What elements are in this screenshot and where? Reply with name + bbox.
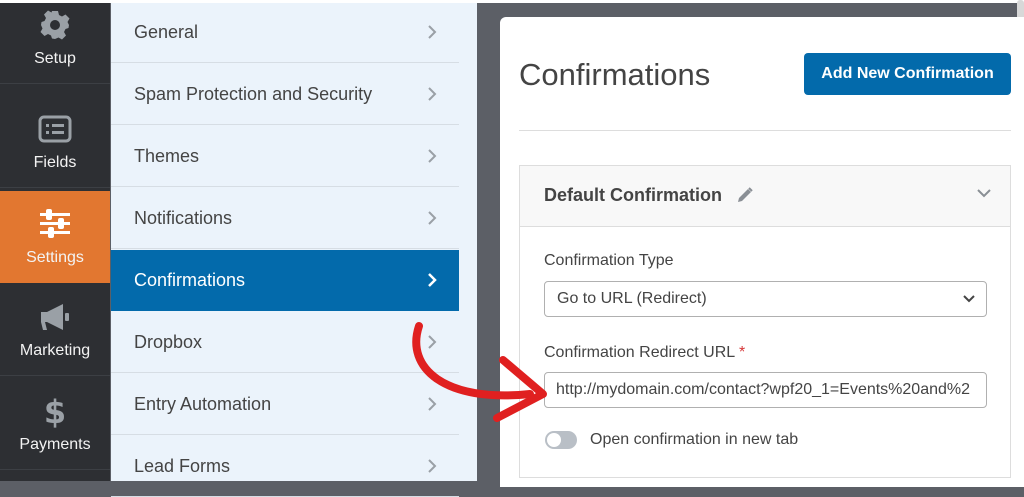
sidebar-item-setup[interactable]: Setup (0, 0, 110, 84)
sidebar-item-label: Fields (33, 153, 77, 171)
dollar-icon: $ (38, 393, 72, 429)
chevron-down-icon (963, 295, 975, 303)
sliders-icon (38, 207, 72, 241)
card-title: Default Confirmation (544, 185, 722, 205)
chevron-right-icon (428, 87, 437, 101)
subnav-item-themes[interactable]: Themes (111, 126, 459, 187)
chevron-right-icon (428, 25, 437, 39)
url-input-value: http://mydomain.com/contact?wpf20_1=Even… (556, 381, 971, 398)
pencil-icon[interactable] (736, 186, 754, 204)
chevron-right-icon (428, 149, 437, 163)
megaphone-icon (38, 300, 72, 334)
subnav-item-label: Entry Automation (134, 393, 272, 414)
top-border (0, 0, 1024, 3)
divider (519, 130, 1011, 131)
subnav-item-label: Dropbox (134, 331, 203, 352)
redirect-url-label-text: Confirmation Redirect URL (544, 344, 735, 361)
subnav-item-label: Spam Protection and Security (134, 83, 373, 104)
chevron-down-icon[interactable] (976, 188, 992, 198)
svg-text:$: $ (44, 393, 66, 429)
sidebar-item-label: Marketing (19, 341, 91, 359)
subnav-item-confirmations[interactable]: Confirmations (111, 250, 459, 311)
toggle-knob (547, 433, 561, 447)
select-value: Go to URL (Redirect) (557, 290, 707, 307)
subnav-item-label: General (134, 21, 199, 42)
builder-sidebar: Setup Fields Settings Marketing $ Paymen… (0, 0, 110, 481)
confirmation-type-select[interactable]: Go to URL (Redirect) (544, 281, 987, 317)
subnav-item-label: Themes (134, 145, 200, 166)
chevron-right-icon (428, 211, 437, 225)
confirmation-type-label: Confirmation Type (544, 252, 674, 269)
sidebar-item-fields[interactable]: Fields (0, 96, 110, 188)
page-title: Confirmations (519, 57, 711, 92)
chevron-right-icon (428, 273, 437, 287)
annotation-arrow (412, 322, 547, 422)
redirect-url-input[interactable]: http://mydomain.com/contact?wpf20_1=Even… (544, 372, 987, 408)
new-tab-toggle-row: Open confirmation in new tab (545, 431, 798, 449)
card-header[interactable]: Default Confirmation (520, 166, 1010, 227)
required-mark: * (739, 344, 746, 361)
new-tab-toggle[interactable] (545, 431, 577, 449)
sidebar-item-marketing[interactable]: Marketing (0, 284, 110, 376)
redirect-url-label: Confirmation Redirect URL * (544, 344, 745, 362)
subnav-item-spam-protection[interactable]: Spam Protection and Security (111, 64, 459, 125)
subnav-item-label: Lead Forms (134, 455, 231, 476)
confirmations-panel: Confirmations Add New Confirmation Defau… (500, 17, 1024, 487)
toggle-label: Open confirmation in new tab (590, 431, 799, 448)
sidebar-item-payments[interactable]: $ Payments (0, 378, 110, 470)
sidebar-item-label: Payments (19, 435, 91, 453)
list-icon (38, 112, 72, 146)
subnav-item-label: Notifications (134, 207, 233, 228)
subnav-item-lead-forms[interactable]: Lead Forms (111, 436, 459, 497)
default-confirmation-card: Default Confirmation Confirmation Type G… (519, 165, 1011, 478)
gear-icon (38, 8, 72, 42)
chevron-right-icon (428, 459, 437, 473)
subnav-item-notifications[interactable]: Notifications (111, 188, 459, 249)
sidebar-item-label: Settings (26, 248, 84, 266)
add-new-confirmation-button[interactable]: Add New Confirmation (804, 53, 1011, 95)
subnav-item-general[interactable]: General (111, 2, 459, 63)
sidebar-item-label: Setup (34, 49, 76, 67)
sidebar-item-settings[interactable]: Settings (0, 191, 110, 283)
subnav-item-label: Confirmations (134, 269, 246, 290)
